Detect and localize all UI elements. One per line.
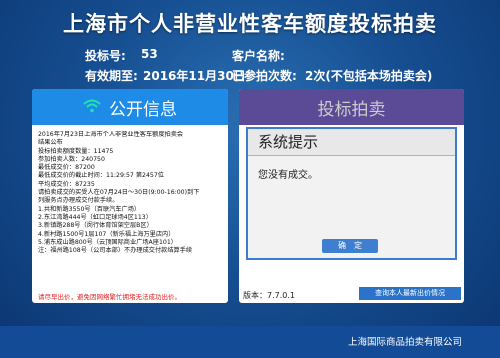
app-title: 上海市个人非营业性客车额度投标拍卖 xyxy=(63,12,437,36)
company-name: 上海国际商品拍卖有限公司 xyxy=(347,337,462,348)
notice-line: 投标拍卖额度数量：11475 xyxy=(38,147,114,155)
bid-number-value: 53 xyxy=(141,47,158,61)
bidding-header[interactable]: 投标拍卖 xyxy=(239,89,464,125)
notice-line: 平均成交价：87235 xyxy=(38,180,95,188)
notice-line: 5.浦东成山路800号（云顶国际商业广场A座101） xyxy=(38,238,177,246)
notice-line: 3.新镇路288号（闵行体育馆架空层B区） xyxy=(38,222,153,230)
auction-count-label: 已参拍次数: xyxy=(232,69,297,83)
wifi-icon xyxy=(83,98,101,117)
auction-count-value: 2次(不包括本场拍卖会) xyxy=(305,69,433,83)
bid-number-label: 投标号: xyxy=(85,49,126,63)
version-label: 版本：7.7.0.1 xyxy=(243,291,295,300)
notice-line: 列服务点办理成交付款手续。 xyxy=(38,197,119,205)
public-info-title: 公开信息 xyxy=(109,99,177,120)
notice-line: 1.共和新路3550号（百联汽车广场） xyxy=(38,205,141,213)
notice-line: 参加拍卖人数：240750 xyxy=(38,155,105,163)
system-prompt-dialog: 系统提示 您没有成交。 确 定 xyxy=(246,127,457,260)
notice-line: 2016年7月23日上海市个人非营业性客车额度拍卖会 xyxy=(38,131,184,138)
valid-until-value: 2016年11月30日 xyxy=(143,69,246,83)
bidding-panel: 投标拍卖 系统提示 您没有成交。 确 定 版本：7.7.0.1 查询本人最新出价… xyxy=(239,89,464,303)
confirm-button[interactable]: 确 定 xyxy=(322,239,378,253)
auction-window: 上海市个人非营业性客车额度投标拍卖 投标号: 53 客户名称: 有效期至: 20… xyxy=(0,0,500,358)
notice-line: 结果公布 xyxy=(38,139,63,147)
notice-line: 最低成交价的截止时间：11:29:57 第2457位 xyxy=(38,172,164,180)
bid-warning: 请尽早出价，避免因网络繁忙拥堵无法成功出价。 xyxy=(38,293,181,301)
public-info-panel: 公开信息 2016年7月23日上海市个人非营业性客车额度拍卖会 结果公布 投标拍… xyxy=(32,89,228,303)
query-latest-bid-button[interactable]: 查询本人最新出价情况 xyxy=(359,287,461,300)
valid-until-label: 有效期至: xyxy=(85,69,138,83)
public-info-header[interactable]: 公开信息 xyxy=(32,89,228,125)
notice-line: 注：福州路108号（公司本部）不办理成交付款结算手续 xyxy=(38,247,193,255)
customer-name-label: 客户名称: xyxy=(232,49,285,63)
footer-bar: 上海国际商品拍卖有限公司 xyxy=(0,326,500,358)
dialog-message: 您没有成交。 xyxy=(258,170,318,181)
auction-result-notice: 2016年7月23日上海市个人非营业性客车额度拍卖会 结果公布 投标拍卖额度数量… xyxy=(38,131,224,281)
notice-line: 4.新村路1500号1层107（新乐福上海万里店内） xyxy=(38,230,175,238)
dialog-title: 系统提示 xyxy=(248,129,455,156)
